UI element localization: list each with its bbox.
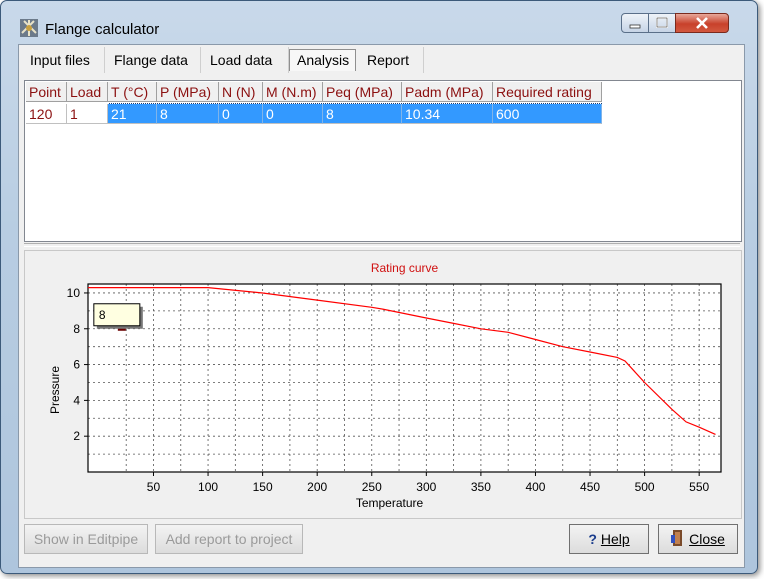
- table-cell[interactable]: 120: [26, 104, 67, 124]
- y-tick-label: 8: [73, 322, 80, 336]
- y-axis-label: Pressure: [48, 366, 62, 414]
- table-cell[interactable]: 1: [67, 104, 108, 124]
- tab-analysis[interactable]: Analysis: [289, 49, 356, 71]
- tab-input-files[interactable]: Input files: [23, 47, 105, 73]
- x-tick-label: 300: [416, 480, 436, 494]
- table-cell[interactable]: 10.34: [402, 104, 493, 124]
- column-header[interactable]: M (N.m): [263, 82, 323, 102]
- help-label: Help: [600, 531, 630, 547]
- x-tick-label: 50: [147, 480, 161, 494]
- minimize-button[interactable]: [621, 13, 649, 33]
- close-window-button[interactable]: [675, 13, 729, 33]
- table-cell[interactable]: 8: [157, 104, 219, 124]
- rating-curve-chart: 50 100 150 200 250 300 350 400 450 500 550 2 4 6 8 10 Ra…: [24, 250, 742, 519]
- client-area: Input files Flange data Load data Analysis R…: [18, 44, 745, 568]
- show-in-editpipe-button[interactable]: Show in Editpipe: [24, 524, 148, 554]
- x-tick-label: 350: [471, 480, 491, 494]
- column-header[interactable]: Required rating: [493, 82, 602, 102]
- x-tick-label: 100: [198, 480, 218, 494]
- x-tick-label: 400: [525, 480, 545, 494]
- table-cell[interactable]: 8: [323, 104, 402, 124]
- table-cell[interactable]: 0: [219, 104, 263, 124]
- add-report-button[interactable]: Add report to project: [155, 524, 303, 554]
- y-tick-label: 6: [73, 358, 80, 372]
- plot-area: [88, 284, 721, 472]
- close-icon: [696, 17, 708, 29]
- tab-report[interactable]: Report: [360, 47, 424, 73]
- column-header[interactable]: Peq (MPa): [323, 82, 402, 102]
- chart-canvas: 50 100 150 200 250 300 350 400 450 500 550 2 4 6 8 10 Ra…: [48, 261, 722, 510]
- column-header[interactable]: N (N): [219, 82, 263, 102]
- close-label: Close: [689, 531, 725, 547]
- maximize-icon: [656, 17, 668, 28]
- results-table[interactable]: Point Load T (°C) P (MPa) N (N) M (N.m) Peq (M…: [24, 80, 742, 242]
- help-button[interactable]: ? Help: [569, 524, 649, 554]
- tab-flange-data[interactable]: Flange data: [107, 47, 201, 73]
- column-header[interactable]: Padm (MPa): [402, 82, 493, 102]
- x-tick-label: 150: [253, 480, 273, 494]
- column-header[interactable]: Load: [67, 82, 108, 102]
- splitter[interactable]: [24, 243, 740, 247]
- table-cell[interactable]: 21: [108, 104, 157, 124]
- door-exit-icon: [671, 530, 683, 546]
- y-tick-label: 2: [73, 429, 80, 443]
- add-report-label: Add report to project: [165, 531, 293, 547]
- column-header[interactable]: P (MPa): [157, 82, 219, 102]
- column-header[interactable]: Point: [26, 82, 67, 102]
- y-tick-label: 4: [73, 393, 80, 407]
- column-header[interactable]: T (°C): [108, 82, 157, 102]
- chart-title: Rating curve: [371, 261, 439, 275]
- y-tick-label: 10: [67, 286, 81, 300]
- tooltip-value: 8: [99, 308, 106, 322]
- x-axis-label: Temperature: [356, 496, 424, 510]
- maximize-button[interactable]: [648, 13, 676, 33]
- x-tick-label: 200: [307, 480, 327, 494]
- x-tick-label: 550: [689, 480, 709, 494]
- minimize-icon: [629, 24, 641, 29]
- flange-calculator-window: Flange calculator Input files Flange data…: [0, 0, 758, 574]
- x-tick-label: 250: [362, 480, 382, 494]
- help-icon: ?: [588, 531, 597, 547]
- table-cell[interactable]: 600: [493, 104, 602, 124]
- tab-load-data[interactable]: Load data: [203, 47, 289, 73]
- title-bar[interactable]: Flange calculator: [1, 1, 757, 41]
- window-title: Flange calculator: [45, 21, 160, 38]
- table-cell[interactable]: 0: [263, 104, 323, 124]
- app-icon: [20, 19, 38, 37]
- x-tick-label: 450: [580, 480, 600, 494]
- show-in-editpipe-label: Show in Editpipe: [33, 531, 139, 547]
- x-tick-label: 500: [635, 480, 655, 494]
- close-button[interactable]: Close: [658, 524, 738, 554]
